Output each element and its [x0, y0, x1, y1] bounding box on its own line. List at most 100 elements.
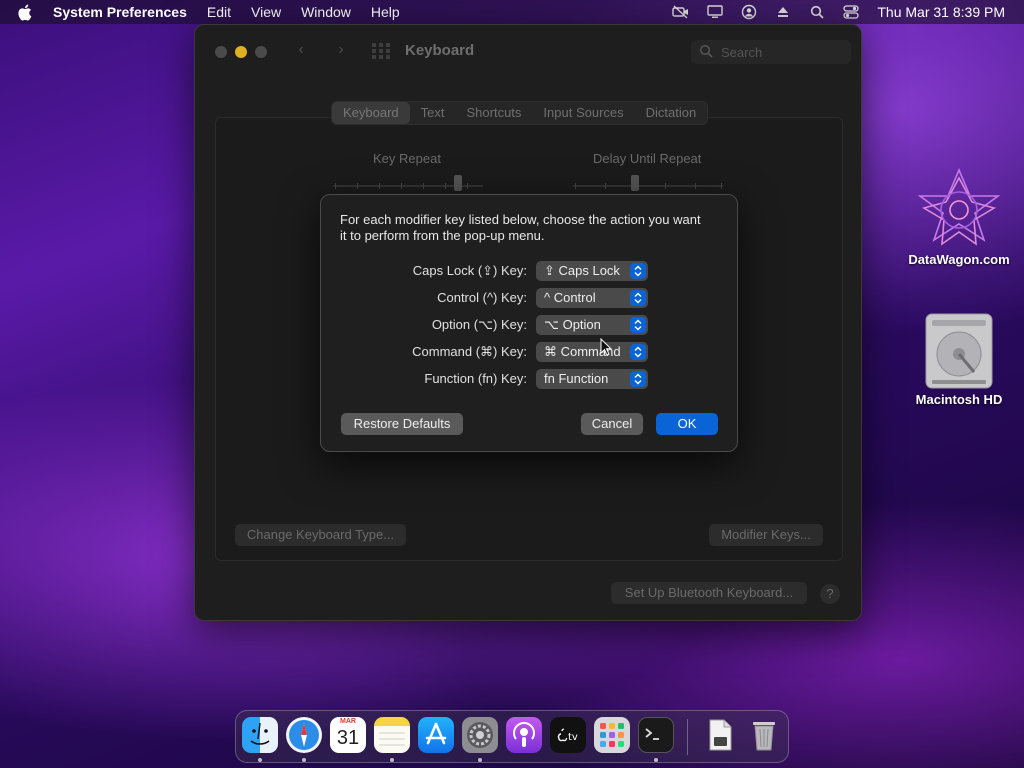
forward-arrow-icon[interactable]: ›	[331, 41, 351, 61]
window-title: Keyboard	[405, 42, 475, 59]
menu-window[interactable]: Window	[301, 4, 351, 20]
function-label: Function (fn) Key:	[424, 371, 527, 386]
menu-help[interactable]: Help	[371, 4, 400, 20]
safari-icon[interactable]	[286, 717, 322, 753]
change-keyboard-type-button[interactable]: Change Keyboard Type...	[235, 524, 406, 546]
tab-shortcuts[interactable]: Shortcuts	[456, 102, 533, 124]
search-placeholder: Search	[721, 44, 763, 60]
app-store-icon[interactable]	[418, 717, 454, 753]
calendar-day: 31	[336, 727, 360, 749]
slider-tick	[423, 183, 424, 189]
modifier-row-control: Control (^) Key: ^ Control	[321, 288, 737, 308]
tab-input-sources[interactable]: Input Sources	[532, 102, 634, 124]
running-indicator	[478, 758, 482, 762]
tab-dictation[interactable]: Dictation	[635, 102, 708, 124]
slider-tick	[721, 183, 722, 189]
dock: MAR 31 tv	[235, 710, 789, 763]
chevron-updown-icon	[630, 371, 646, 387]
function-popup-value: fn Function	[544, 371, 609, 386]
cancel-button[interactable]: Cancel	[581, 413, 643, 435]
chevron-updown-icon	[630, 317, 646, 333]
delay-slider-track[interactable]	[573, 185, 723, 187]
running-indicator	[258, 758, 262, 762]
eject-icon[interactable]	[773, 4, 793, 20]
zoom-button[interactable]	[255, 46, 267, 58]
modifier-row-function: Function (fn) Key: fn Function	[321, 369, 737, 389]
menu-app-name[interactable]: System Preferences	[53, 4, 187, 20]
menu-clock[interactable]: Thu Mar 31 8:39 PM	[877, 4, 1005, 20]
option-popup-value: ⌥ Option	[544, 317, 601, 332]
option-label: Option (⌥) Key:	[431, 317, 527, 332]
slider-tick	[575, 183, 576, 189]
caps-lock-popup[interactable]: ⇪ Caps Lock	[536, 261, 648, 281]
document-file-icon[interactable]	[702, 717, 738, 753]
slider-tick	[379, 183, 380, 189]
delay-until-repeat-label: Delay Until Repeat	[593, 151, 702, 166]
caps-lock-label: Caps Lock (⇪) Key:	[412, 263, 527, 278]
running-indicator	[302, 758, 306, 762]
slider-tick	[665, 183, 666, 189]
dock-separator	[687, 719, 688, 755]
calendar-icon[interactable]: MAR 31	[330, 717, 366, 753]
desktop-icon-label: DataWagon.com	[908, 252, 1010, 267]
trash-icon[interactable]	[746, 717, 782, 753]
chevron-updown-icon	[630, 290, 646, 306]
chevron-updown-icon	[630, 344, 646, 360]
menu-bar: System Preferences Edit View Window Help…	[0, 0, 1024, 24]
modifier-keys-sheet: For each modifier key listed below, choo…	[320, 194, 738, 452]
slider-tick	[605, 183, 606, 189]
desktop-icon-datawagon[interactable]: DataWagon.com	[904, 167, 1014, 267]
set-up-bluetooth-keyboard-button[interactable]: Set Up Bluetooth Keyboard...	[611, 582, 807, 604]
tab-text[interactable]: Text	[410, 102, 456, 124]
svg-text:tv: tv	[568, 732, 578, 743]
user-icon[interactable]	[739, 4, 759, 20]
apple-tv-icon[interactable]: tv	[550, 717, 586, 753]
slider-tick	[401, 183, 402, 189]
menu-view[interactable]: View	[251, 4, 281, 20]
sheet-description: For each modifier key listed below, choo…	[340, 212, 701, 243]
running-indicator	[390, 758, 394, 762]
control-label: Control (^) Key:	[437, 290, 527, 305]
datawagon-logo-icon	[914, 167, 1004, 250]
caps-lock-popup-value: ⇪ Caps Lock	[544, 263, 620, 278]
delay-slider-knob[interactable]	[631, 175, 639, 191]
desktop-icon-macintosh-hd[interactable]: Macintosh HD	[904, 312, 1014, 407]
restore-defaults-button[interactable]: Restore Defaults	[341, 413, 463, 435]
window-titlebar: ‹ › Keyboard Search	[195, 25, 861, 79]
podcasts-icon[interactable]	[506, 717, 542, 753]
help-button[interactable]: ?	[820, 584, 840, 604]
launchpad-icon[interactable]	[594, 717, 630, 753]
terminal-icon[interactable]	[638, 717, 674, 753]
key-repeat-slider-knob[interactable]	[454, 175, 462, 191]
back-arrow-icon[interactable]: ‹	[291, 41, 311, 61]
menu-edit[interactable]: Edit	[207, 4, 231, 20]
minimize-button[interactable]	[235, 46, 247, 58]
display-icon[interactable]	[705, 4, 725, 20]
camera-off-icon[interactable]	[671, 4, 691, 20]
tab-keyboard[interactable]: Keyboard	[332, 102, 410, 124]
key-repeat-label: Key Repeat	[373, 151, 441, 166]
chevron-updown-icon	[630, 263, 646, 279]
mouse-pointer-icon	[600, 337, 613, 356]
slider-tick	[695, 183, 696, 189]
modifier-keys-button[interactable]: Modifier Keys...	[709, 524, 823, 546]
function-popup[interactable]: fn Function	[536, 369, 648, 389]
modifier-row-caps-lock: Caps Lock (⇪) Key: ⇪ Caps Lock	[321, 261, 737, 281]
ok-button[interactable]: OK	[656, 413, 718, 435]
control-center-icon[interactable]	[841, 4, 861, 20]
hard-drive-icon	[922, 312, 996, 390]
apple-menu-icon[interactable]	[17, 4, 39, 21]
option-popup[interactable]: ⌥ Option	[536, 315, 648, 335]
control-popup[interactable]: ^ Control	[536, 288, 648, 308]
command-popup[interactable]: ⌘ Command	[536, 342, 648, 362]
show-all-grid-icon[interactable]	[371, 42, 391, 60]
search-field[interactable]: Search	[691, 40, 851, 64]
close-button[interactable]	[215, 46, 227, 58]
slider-tick	[445, 183, 446, 189]
notes-icon[interactable]	[374, 717, 410, 753]
search-icon	[699, 44, 713, 61]
modifier-row-command: Command (⌘) Key: ⌘ Command	[321, 342, 737, 362]
search-icon[interactable]	[807, 4, 827, 20]
finder-icon[interactable]	[242, 717, 278, 753]
system-preferences-icon[interactable]	[462, 717, 498, 753]
